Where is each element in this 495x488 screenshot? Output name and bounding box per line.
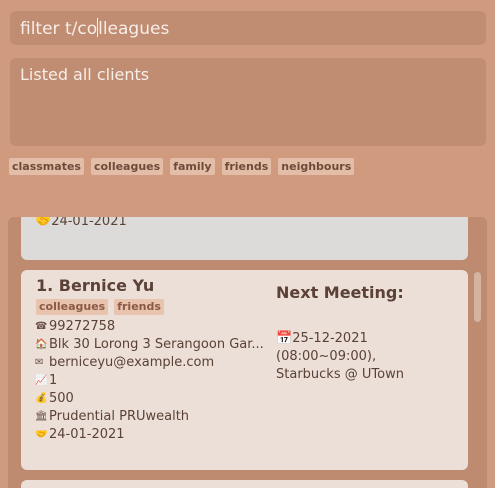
client-tag: friends [114, 299, 164, 315]
income-row: 💰 500 [35, 390, 264, 408]
bank-icon: 🏛 [35, 411, 48, 422]
address-row: 🏠 Blk 30 Lorong 3 Serangoon Gar... [35, 336, 264, 354]
client-fields: ☎ 99272758 🏠 Blk 30 Lorong 3 Serangoon Gar… [35, 318, 264, 444]
client-card-next[interactable] [21, 480, 468, 488]
command-text-after-caret: lleagues [98, 19, 170, 39]
last-met-value: 24-01-2021 [49, 427, 125, 442]
last-met-row: 🤝24-01-2021 [35, 217, 127, 229]
client-list[interactable]: 🤝24-01-2021 1. Bernice Yu colleagues fri… [8, 217, 487, 488]
tag-filter-family[interactable]: family [170, 158, 215, 175]
money-bag-icon: 💰 [35, 393, 48, 404]
client-card-previous[interactable]: 🤝24-01-2021 [21, 217, 468, 260]
chart-icon: 📈 [35, 375, 48, 386]
policy-value: Prudential PRUwealth [49, 409, 190, 424]
command-text-before-caret: filter t/co [20, 19, 98, 39]
next-meeting-details: 📅25-12-2021 (08:00~09:00), Starbucks @ U… [276, 330, 468, 384]
phone-value: 99272758 [49, 319, 116, 334]
phone-row: ☎ 99272758 [35, 318, 264, 336]
address-value: Blk 30 Lorong 3 Serangoon Gar... [49, 337, 264, 352]
tag-filter-colleagues[interactable]: colleagues [90, 158, 164, 175]
tag-filter-bar: classmates colleagues family friends nei… [9, 158, 355, 175]
risk-row: 📈 1 [35, 372, 264, 390]
handshake-icon: 🤝 [35, 429, 48, 440]
risk-value: 1 [49, 373, 58, 388]
next-meeting-location: Starbucks @ UTown [276, 367, 404, 382]
email-row: ✉ berniceyu@example.com [35, 354, 264, 372]
next-meeting-time: 25-12-2021 (08:00~09:00), [276, 331, 377, 364]
income-value: 500 [49, 391, 74, 406]
tag-filter-friends[interactable]: friends [221, 158, 272, 175]
list-scrollbar[interactable] [474, 272, 481, 322]
tag-filter-classmates[interactable]: classmates [9, 158, 84, 175]
next-meeting-heading: Next Meeting: [276, 283, 404, 302]
client-tags: colleagues friends [36, 299, 164, 315]
handshake-icon: 🤝 [35, 217, 52, 229]
email-value: berniceyu@example.com [49, 355, 215, 370]
home-icon: 🏠 [35, 339, 48, 350]
calendar-icon: 📅 [276, 331, 293, 346]
mail-icon: ✉ [35, 357, 44, 368]
last-met-date: 24-01-2021 [51, 217, 127, 229]
client-card[interactable]: 1. Bernice Yu colleagues friends ☎ 992727… [21, 270, 468, 470]
tag-filter-neighbours[interactable]: neighbours [278, 158, 355, 175]
command-input[interactable]: filter t/colleagues [10, 11, 486, 45]
policy-row: 🏛 Prudential PRUwealth [35, 408, 264, 426]
phone-icon: ☎ [35, 321, 48, 332]
client-tag: colleagues [36, 299, 109, 315]
result-text: Listed all clients [20, 65, 150, 84]
result-display: Listed all clients [10, 58, 486, 146]
last-met-row: 🤝24-01-2021 [35, 426, 264, 444]
client-name: 1. Bernice Yu [36, 276, 155, 295]
